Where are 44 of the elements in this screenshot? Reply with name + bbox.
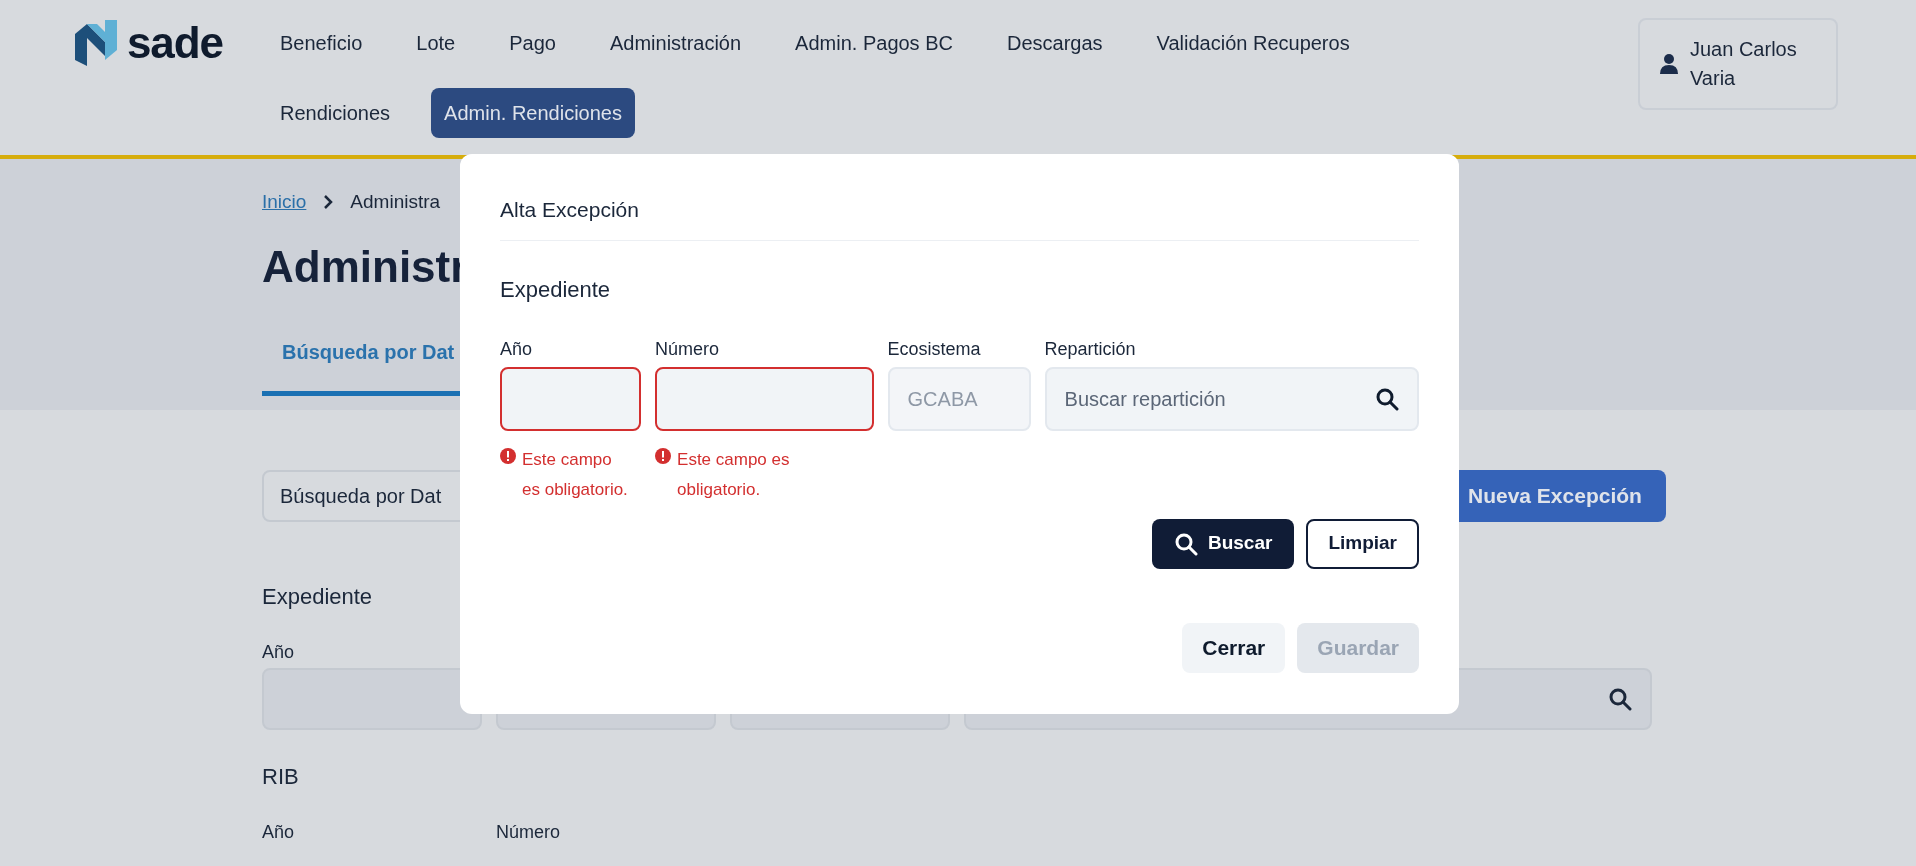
user-icon [1660,54,1678,74]
text-input: GCABA [907,383,1011,414]
user-name: Juan Carlos Varia [1690,37,1798,91]
search-icon [1173,531,1198,556]
error-icon [655,447,672,464]
nav-link[interactable]: Beneficio [267,18,376,68]
logo-icon [75,20,119,66]
error-message: Este campo es obligatorio. [677,448,791,501]
input-field[interactable] [262,668,482,730]
chevron-right-icon [322,194,335,210]
input-field[interactable] [655,366,874,431]
logo[interactable]: sade [75,20,223,66]
nav-link[interactable]: Descargas [993,18,1116,68]
field-label: Año [262,821,296,844]
field-label: Año [500,337,534,361]
save-button: Guardar [1297,622,1419,673]
field-label: Número [655,337,721,361]
search-input[interactable]: Buscar repartición [1064,383,1375,414]
nav-link[interactable]: Rendiciones [267,88,404,138]
clear-button[interactable]: Limpiar [1306,518,1419,569]
section-title: Expediente [500,275,612,304]
dialog-title: Alta Excepción [500,194,1419,241]
error-icon [500,447,516,464]
search-field[interactable]: Buscar repartición [1044,366,1419,431]
field-label: Año [262,641,296,664]
nav-link[interactable]: Admin. Rendiciones [431,88,635,138]
page-title: Administr [262,241,468,293]
field-label: Repartición [1044,337,1137,361]
section-title: Expediente [262,583,374,611]
user-menu[interactable]: Juan Carlos Varia [1638,18,1838,110]
search-button[interactable]: Buscar [1151,518,1295,569]
close-button[interactable]: Cerrar [1182,622,1286,673]
field-label: Ecosistema [887,337,982,361]
breadcrumb-current: Administra [350,189,441,214]
input-field[interactable] [500,366,642,431]
nav-link[interactable]: Pago [496,18,569,68]
nav-link[interactable]: Administración [596,18,755,68]
nav-link[interactable]: Validación Recuperos [1143,18,1363,68]
search-icon [1608,687,1632,711]
nav-link[interactable]: Lote [403,18,469,68]
nav-link[interactable]: Admin. Pagos BC [782,18,966,68]
search-icon [1375,386,1399,411]
field-label: Número [496,821,562,844]
section-title: RIB [262,763,300,791]
